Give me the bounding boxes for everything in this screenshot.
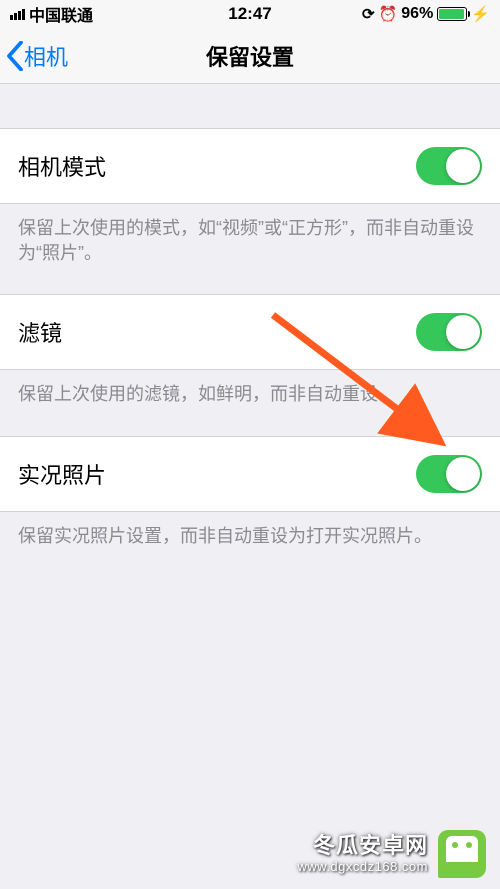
toggle-filter[interactable] — [416, 313, 482, 351]
watermark: 冬瓜安卓网 www.dgxcdz168.com — [0, 819, 500, 889]
carrier-label: 中国联通 — [29, 2, 93, 26]
status-right: ⟳ ⏰ 96% ⚡ — [362, 5, 490, 23]
chevron-left-icon — [6, 41, 24, 71]
watermark-title: 冬瓜安卓网 — [297, 833, 428, 859]
status-bar: 中国联通 12:47 ⟳ ⏰ 96% ⚡ — [0, 0, 500, 28]
toggle-camera-mode[interactable] — [416, 147, 482, 185]
footer-filter: 保留上次使用的滤镜，如鲜明，而非自动重设。 — [0, 370, 500, 407]
watermark-url: www.dgxcdz168.com — [297, 859, 428, 875]
footer-live-photo: 保留实况照片设置，而非自动重设为打开实况照片。 — [0, 512, 500, 549]
status-left: 中国联通 — [10, 2, 93, 26]
alarm-icon: ⏰ — [379, 5, 398, 23]
row-label-camera-mode: 相机模式 — [18, 150, 106, 182]
battery-icon — [437, 7, 467, 21]
row-live-photo: 实况照片 — [0, 436, 500, 512]
footer-camera-mode: 保留上次使用的模式，如“视频”或“正方形”，而非自动重设为“照片”。 — [0, 204, 500, 266]
back-label: 相机 — [24, 40, 68, 72]
nav-bar: 相机 保留设置 — [0, 28, 500, 84]
charging-icon: ⚡ — [471, 5, 490, 23]
page-title: 保留设置 — [206, 40, 294, 72]
row-label-live-photo: 实况照片 — [18, 458, 106, 490]
back-button[interactable]: 相机 — [6, 28, 68, 83]
watermark-logo-icon — [438, 830, 486, 878]
row-filter: 滤镜 — [0, 294, 500, 370]
row-camera-mode: 相机模式 — [0, 128, 500, 204]
lock-icon: ⟳ — [362, 5, 375, 23]
row-label-filter: 滤镜 — [18, 316, 62, 348]
battery-percent: 96% — [401, 5, 433, 23]
toggle-live-photo[interactable] — [416, 455, 482, 493]
signal-icon — [10, 9, 25, 20]
